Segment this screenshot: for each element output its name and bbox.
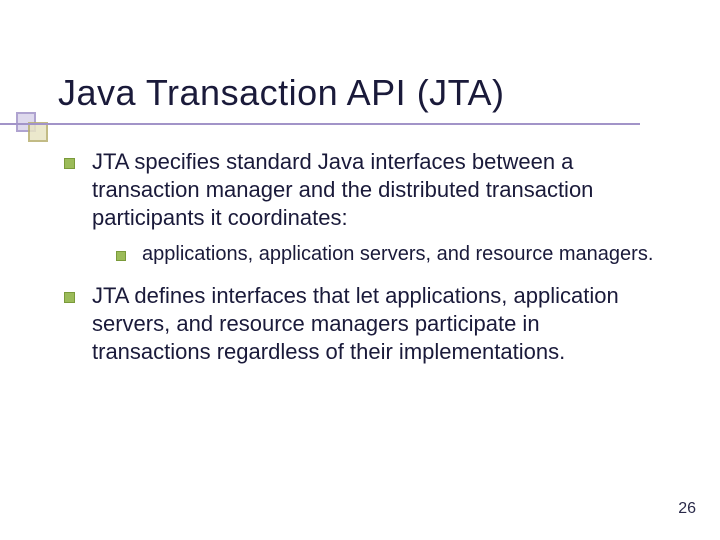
bullet-text: applications, application servers, and r… [142, 243, 653, 265]
slide-title: Java Transaction API (JTA) [58, 72, 505, 114]
slide-body: JTA specifies standard Java interfaces b… [62, 148, 662, 381]
list-item: JTA defines interfaces that let applicat… [62, 282, 662, 366]
bullet-text: JTA defines interfaces that let applicat… [92, 283, 619, 364]
page-number: 26 [678, 500, 696, 518]
title-underline [0, 123, 640, 125]
list-item: JTA specifies standard Java interfaces b… [62, 148, 662, 268]
title-area: Java Transaction API (JTA) [58, 72, 505, 114]
bullet-text: JTA specifies standard Java interfaces b… [92, 149, 593, 230]
sub-bullet-list: applications, application servers, and r… [92, 242, 662, 268]
slide: Java Transaction API (JTA) JTA specifies… [0, 0, 720, 540]
square-icon [28, 122, 48, 142]
list-item: applications, application servers, and r… [114, 242, 662, 268]
bullet-list: JTA specifies standard Java interfaces b… [62, 148, 662, 367]
